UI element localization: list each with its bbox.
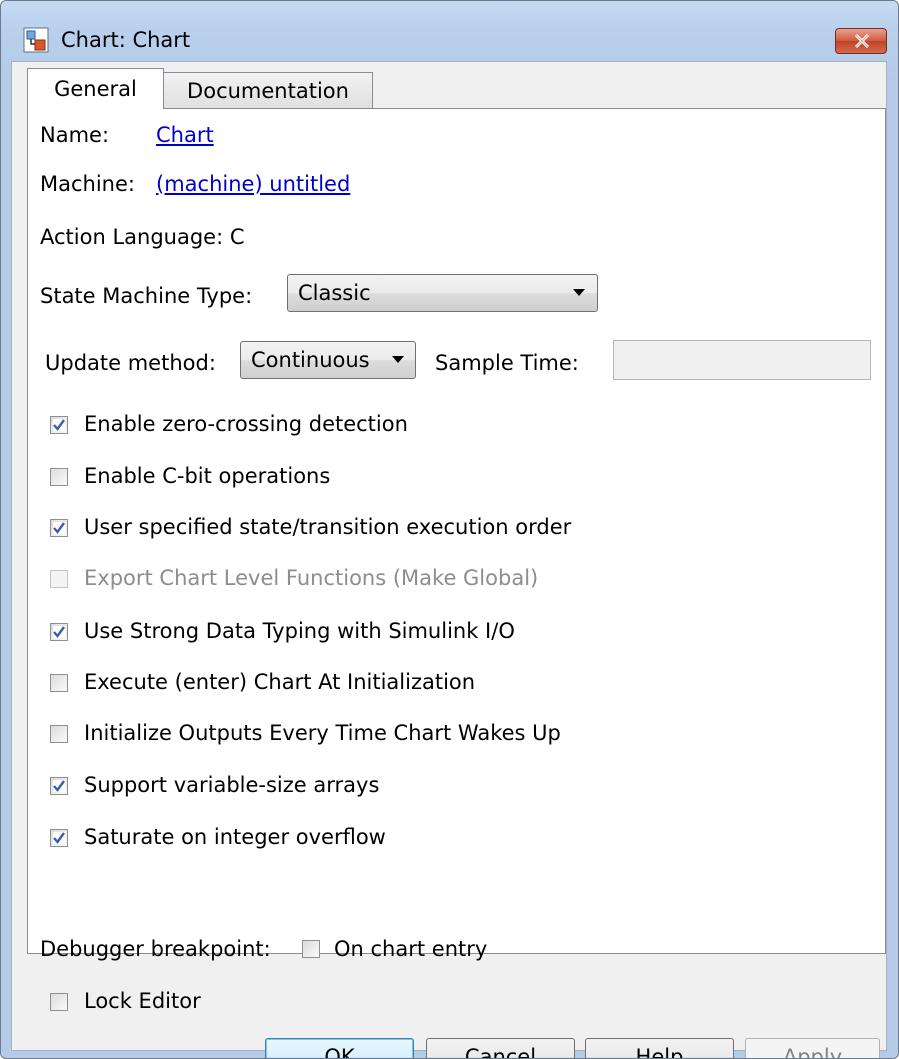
option-label: Use Strong Data Typing with Simulink I/O [84,619,515,643]
option-label: Execute (enter) Chart At Initialization [84,670,476,694]
state-machine-type-select[interactable]: Classic [287,274,598,312]
ok-button[interactable]: OK [265,1038,414,1058]
apply-button[interactable]: Apply [745,1038,880,1058]
action-language-text: Action Language: C [40,225,245,249]
lock-editor-label: Lock Editor [84,989,201,1013]
debugger-breakpoint-label: Debugger breakpoint: [40,937,271,961]
chevron-down-icon [392,356,404,363]
option-label: User specified state/transition executio… [84,515,572,539]
sample-time-label: Sample Time: [435,351,579,375]
general-panel: Name: Chart Machine: (machine) untitled … [27,108,886,1013]
state-machine-type-value: Classic [298,281,371,305]
checkmark-icon [53,522,65,534]
chevron-down-icon [573,289,585,296]
option-checkbox[interactable] [50,519,68,537]
option-checkbox[interactable] [50,777,68,795]
name-label: Name: [40,123,110,147]
option-label: Initialize Outputs Every Time Chart Wake… [84,721,561,745]
window-title: Chart: Chart [61,28,191,52]
option-checkbox[interactable] [50,570,68,588]
tab-documentation[interactable]: Documentation [163,72,373,108]
option-checkbox[interactable] [50,416,68,434]
tab-general[interactable]: General [27,68,164,109]
close-button[interactable] [835,28,887,54]
close-icon [854,34,870,48]
tab-general-label: General [54,77,137,101]
checkmark-icon [53,832,65,844]
on-chart-entry-label: On chart entry [334,937,488,961]
chart-app-icon [23,27,49,53]
cancel-button[interactable]: Cancel [426,1038,575,1058]
checkmark-icon [53,419,65,431]
update-method-label: Update method: [45,351,216,375]
machine-label: Machine: [40,172,135,196]
checkmark-icon [53,626,65,638]
chart-properties-dialog: Chart: Chart General Documentation Name:… [0,0,899,1059]
option-label: Enable C-bit operations [84,464,331,488]
state-machine-type-label: State Machine Type: [40,284,253,308]
update-method-value: Continuous [251,348,370,372]
name-link[interactable]: Chart [156,123,214,147]
option-checkbox[interactable] [50,725,68,743]
checkmark-icon [53,780,65,792]
machine-link[interactable]: (machine) untitled [156,172,350,196]
tab-documentation-label: Documentation [187,78,349,103]
on-chart-entry-checkbox[interactable] [302,940,320,958]
option-label: Enable zero-crossing detection [84,412,408,436]
dialog-client-area: General Documentation Name: Chart Machin… [11,61,887,1058]
option-label: Export Chart Level Functions (Make Globa… [84,566,539,590]
lock-editor-checkbox[interactable] [50,993,68,1011]
help-button[interactable]: Help [585,1038,734,1058]
option-label: Support variable-size arrays [84,773,380,797]
option-label: Saturate on integer overflow [84,825,386,849]
option-checkbox[interactable] [50,829,68,847]
option-checkbox[interactable] [50,623,68,641]
option-checkbox[interactable] [50,468,68,486]
update-method-select[interactable]: Continuous [240,341,416,379]
option-checkbox[interactable] [50,674,68,692]
sample-time-input[interactable] [613,340,871,380]
